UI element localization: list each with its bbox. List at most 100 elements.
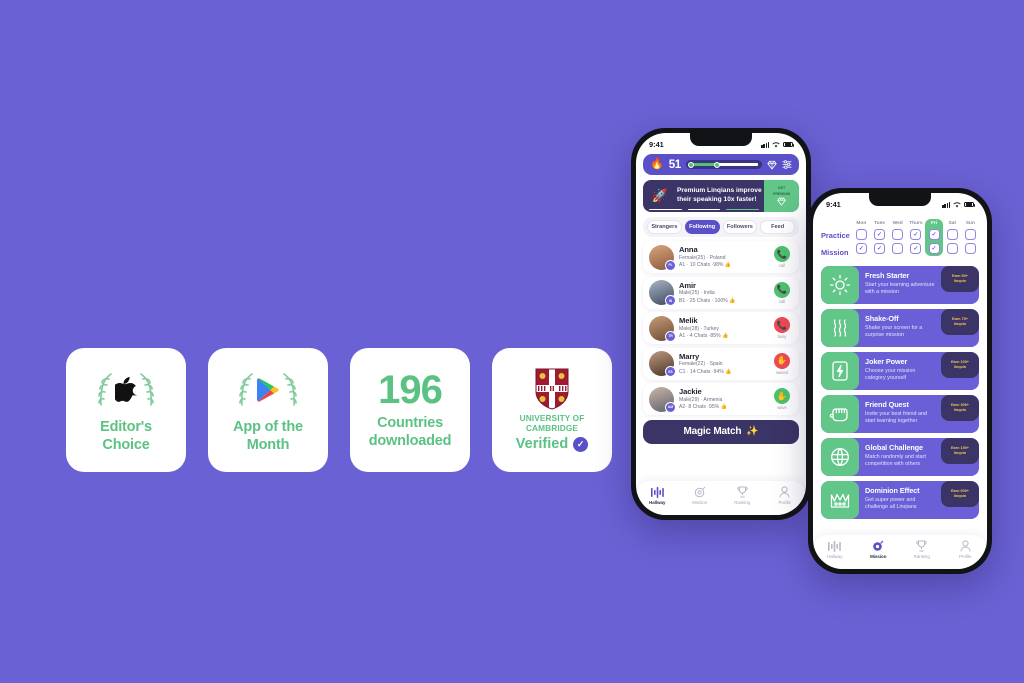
user-action[interactable]: ✋ wave [771,388,793,410]
gem-icon [777,197,786,206]
day-label: Wed [892,220,903,226]
tab-ranking[interactable]: Ranking [721,486,764,505]
streak-bar: 🔥 51 14.33 [643,154,799,175]
list-item[interactable]: AM Jackie Male(29) · Armenia A2· 8 Chats… [643,383,799,416]
sliders-icon[interactable] [782,160,792,169]
get-premium-button[interactable]: GET PREMIUM [764,180,799,212]
wifi-icon [953,201,961,207]
practice-checkbox[interactable]: ✓ [946,228,958,240]
tab-profile[interactable]: Profile [944,540,988,559]
mission-text: Global Challenge Match randomly and star… [859,438,941,476]
user-action[interactable]: 📞 call [771,281,793,304]
user-action[interactable]: ✋ waved [771,352,793,375]
phone-icon[interactable]: 📞 [774,246,790,263]
mission-desc-line1: Shake your screen for a [865,324,923,331]
wave-icon[interactable]: ✋ [774,352,790,369]
flag-badge: IN [665,295,676,307]
practice-checkbox[interactable]: ✓ [892,228,904,240]
mission-checkbox[interactable]: ✓ [874,242,886,254]
promo-carousel-dots[interactable] [649,208,760,210]
practice-checkbox[interactable]: ✓ [874,228,886,240]
phone-icon[interactable]: 📞 [774,281,790,298]
mission-card-joker-power[interactable]: Joker Power Choose your mission category… [821,351,979,390]
calendar-column-sun[interactable]: Sun ✓ ✓ [962,219,979,256]
calendar-column-tues[interactable]: Tues ✓ ✓ [871,219,888,256]
day-label: Tues [874,220,885,226]
tab-hallway[interactable]: Hallway [636,486,679,505]
premium-promo-banner[interactable]: 🚀 Premium Linqians improve their speakin… [643,180,799,212]
phone1-notch [690,133,752,146]
mission-checkbox[interactable]: ✓ [928,242,940,254]
promo-dot[interactable] [649,208,682,210]
mission-desc-line1: Get super power and [865,496,916,503]
user-list: PL Anna Female(25) · Poland A1 · 10 Chat… [643,241,799,416]
streak-count: 51 [668,158,682,171]
mission-title: Joker Power [865,356,908,366]
calendar-column-thurs[interactable]: Thurs ✓ ✓ [907,219,924,256]
tab-label: Mission [870,553,887,559]
mission-desc: Choose your mission category yourself [865,368,935,384]
list-item[interactable]: ES Marry Female(22) · Spain C1 · 14 Chat… [643,347,799,380]
list-item[interactable]: TR Melik Male(28) · Turkey A1 · 4 Chats … [643,312,799,345]
row-label-practice: Practice [821,231,850,240]
reward-badge: Earn 75+ linqoin [941,308,979,335]
practice-checkbox[interactable]: ✓ [928,228,940,240]
mission-checkbox[interactable]: ✓ [910,242,922,254]
tab-ranking[interactable]: Ranking [900,540,944,559]
promo-dot-active[interactable] [726,208,760,210]
practice-checkbox[interactable]: ✓ [855,228,867,240]
tab-mission[interactable]: Mission [857,540,901,559]
calendar-column-sat[interactable]: Sat ✓ ✓ [944,219,961,256]
user-meta-1: Male(29) · Armenia [679,396,723,403]
mission-text: Dominion Effect Get super power and chal… [859,481,941,519]
reward-badge: Earn 50+ linqoin [941,265,979,292]
mission-checkbox[interactable]: ✓ [964,242,976,254]
mission-text: Shake-Off Shake your screen for a surpri… [859,309,941,347]
user-action[interactable]: 📞 call [771,246,793,268]
user-info: Marry Female(22) · Spain C1 · 14 Chats ·… [679,352,766,377]
mission-checkbox[interactable]: ✓ [892,242,904,254]
mission-title: Fresh Starter [865,270,910,280]
filter-pill-strangers[interactable]: Strangers [647,220,682,235]
tab-hallway[interactable]: Hallway [813,540,857,559]
list-item[interactable]: IN Amir Male(25) · India B1 · 25 Chats ·… [643,276,799,309]
user-meta-2: A1 · 10 Chats ·98% 👍 [679,262,766,269]
mission-card-global-challenge[interactable]: Global Challenge Match randomly and star… [821,437,979,476]
mission-card-fresh-starter[interactable]: Fresh Starter Start your learning advent… [821,265,979,304]
filter-pill-following[interactable]: Following [684,220,720,235]
xp-progress-bar[interactable]: 14.33 [685,159,762,170]
wave-icon[interactable]: ✋ [774,388,790,405]
calendar-column-wed[interactable]: Wed ✓ ✓ [889,219,906,256]
gem-icon[interactable] [767,160,777,170]
cta-line1: GET [777,186,786,191]
mission-card-shake-off[interactable]: Shake-Off Shake your screen for a surpri… [821,308,979,347]
tab-mission[interactable]: Mission [679,486,722,505]
tab-profile[interactable]: Profile [764,486,807,505]
user-name: Anna [679,245,698,254]
user-action[interactable]: 📞 busy [771,317,793,339]
badge-editors-choice: Editor's Choice [66,348,186,472]
practice-checkbox[interactable]: ✓ [964,228,976,240]
practice-checkbox[interactable]: ✓ [910,228,922,240]
user-meta-2: A2· 8 Chats ·95% 👍 [679,404,766,411]
day-label: Sun [965,220,975,226]
mission-checkbox[interactable]: ✓ [946,242,958,254]
list-item[interactable]: PL Anna Female(25) · Poland A1 · 10 Chat… [643,241,799,274]
user-stats: C1 · 14 Chats ·94% [679,368,724,375]
magic-match-button[interactable]: Magic Match ✨ [643,419,799,444]
filter-pill-followers[interactable]: Followers [722,220,758,235]
mission-card-dominion-effect[interactable]: Dominion Effect Get super power and chal… [821,480,979,519]
filter-pill-feed[interactable]: Feed [760,220,795,235]
avatar: IN [649,280,676,307]
phone-icon[interactable]: 📞 [774,317,790,334]
mission-checkbox[interactable]: ✓ [855,242,867,254]
user-info: Melik Male(28) · Turkey A1 · 4 Chats ·85… [679,316,766,341]
calendar-column-fri[interactable]: Fri ✓ ✓ [925,219,943,256]
countries-count: 196 [378,368,443,413]
status-time: 9:41 [649,140,664,149]
promo-dot[interactable] [687,208,721,210]
user-stats: B1 · 25 Chats · 100% [679,297,728,304]
calendar-column-mon[interactable]: Mon ✓ ✓ [853,219,870,256]
mission-card-friend-quest[interactable]: Friend Quest Invite your best friend and… [821,394,979,433]
tab-label: Profile [778,499,791,505]
